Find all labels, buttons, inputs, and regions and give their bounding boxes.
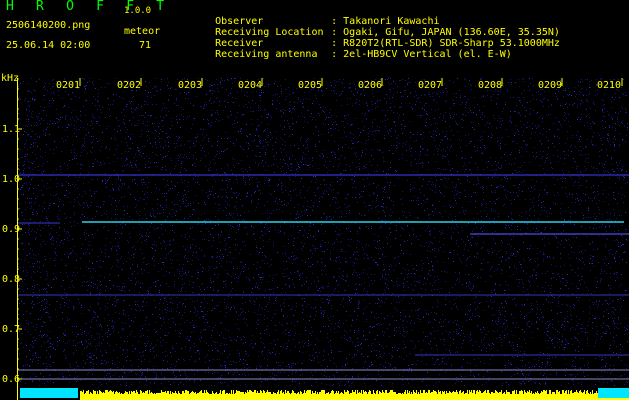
info-value: : Takanori Kawachi [331,16,440,27]
x-tick-label: 0210 [596,80,622,91]
x-tick-label: 0209 [537,80,563,91]
echo-bar-cyan [20,388,78,398]
timestamp: 25.06.14 02:00 [6,40,91,51]
x-tick-label: 0208 [477,80,503,91]
meteor-label: meteor [124,26,161,37]
spectrogram [0,78,629,400]
x-tick-label: 0206 [357,80,383,91]
info-label: Observer [215,16,264,27]
y-tick-label: 0.8 [2,274,21,285]
info-row-observer: Observer : Takanori Kawachi [179,5,560,27]
info-value: : 2el-HB9CV Vertical (el. E-W) [331,49,512,60]
info-value: : R820T2(RTL-SDR) SDR-Sharp 53.1000MHz [331,38,560,49]
info-value: : Ogaki, Gifu, JAPAN (136.60E, 35.35N) [331,27,560,38]
y-axis-unit: kHz [1,73,20,84]
station-info: Observer : Takanori Kawachi Receiving Loc… [179,5,560,60]
y-tick-label: 0.7 [2,324,21,335]
x-tick-label: 0205 [297,80,323,91]
x-tick-label: 0202 [116,80,142,91]
app-version: 1.0.0 [124,6,152,16]
y-tick-label: 1.1 [2,124,21,135]
y-tick-label: 0.9 [2,224,21,235]
x-tick-label: 0207 [417,80,443,91]
y-tick-label: 1.0 [2,174,21,185]
spectrogram-background [0,78,629,400]
info-label: Receiving Location [215,27,324,38]
x-tick-label: 0203 [177,80,203,91]
echo-bar-cyan [598,388,629,398]
meteor-count: 71 [139,40,152,51]
file-name: 2506140200.png [6,20,91,31]
info-label: Receiver [215,38,264,49]
info-label: Receiving antenna [215,49,318,60]
x-tick-label: 0201 [55,80,81,91]
header-panel: H R O F F T 1.0.0 2506140200.png meteor … [0,0,629,78]
y-tick-label: 0.6 [2,374,21,385]
x-tick-label: 0204 [237,80,263,91]
